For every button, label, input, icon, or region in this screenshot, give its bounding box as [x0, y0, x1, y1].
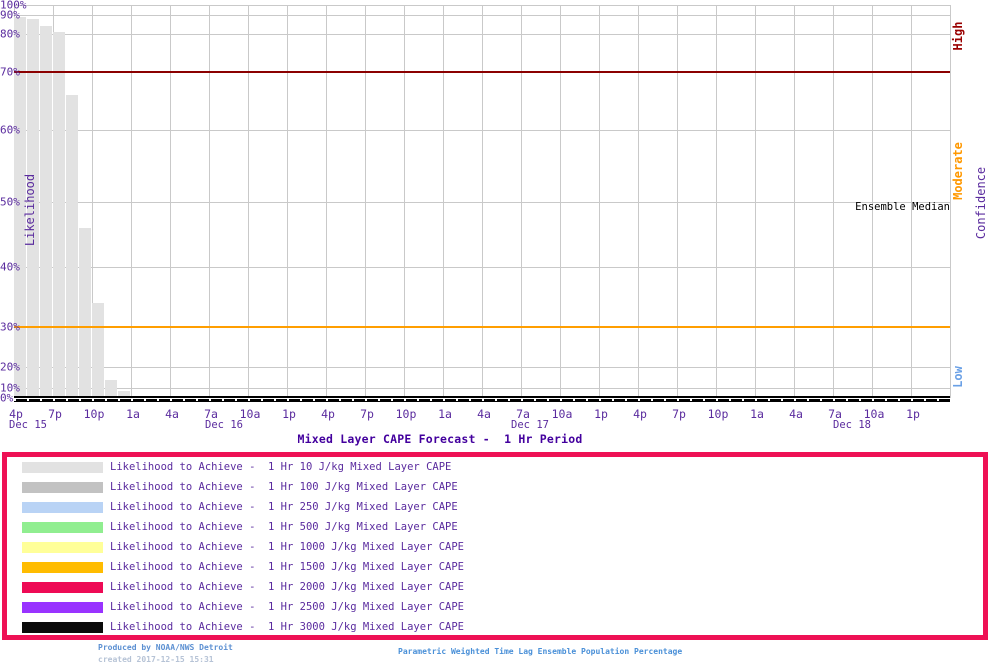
- legend-label: Likelihood to Achieve - 1 Hr 2000 J/kg M…: [110, 581, 465, 593]
- x-tick-label: 4p: [321, 407, 335, 421]
- zero-baseline: [14, 396, 950, 402]
- footer-method-label: Parametric Weighted Time Lag Ensemble Po…: [398, 647, 683, 656]
- right-axis-title: Confidence: [974, 166, 988, 240]
- v-gridline: [326, 5, 327, 398]
- confidence-high-label: High: [951, 21, 965, 51]
- legend-label: Likelihood to Achieve - 1 Hr 1000 J/kg M…: [110, 541, 465, 553]
- legend-label: Likelihood to Achieve - 1 Hr 1500 J/kg M…: [110, 561, 465, 573]
- footer-produced-by: Produced by NOAA/NWS Detroit: [98, 643, 233, 652]
- y-tick-label: 80%: [0, 27, 20, 41]
- v-gridline: [833, 5, 834, 398]
- legend-label: Likelihood to Achieve - 1 Hr 3000 J/kg M…: [110, 621, 465, 633]
- legend-swatch: [22, 522, 103, 533]
- x-tick-label: 1a: [438, 407, 452, 421]
- cape-forecast-graphic: 0% 10% 20% 30% 40% 50% 60% 70% 80% 90% 100% 4p 7p 10…: [0, 0, 1000, 670]
- v-gridline: [170, 5, 171, 398]
- v-gridline: [638, 5, 639, 398]
- v-gridline: [521, 5, 522, 398]
- x-tick-label: 7p: [48, 407, 62, 421]
- y-tick-label: 60%: [0, 123, 20, 137]
- x-tick-label: 10p: [395, 407, 417, 421]
- v-gridline: [716, 5, 717, 398]
- legend-swatch: [22, 582, 103, 593]
- x-tick-label: 4a: [789, 407, 803, 421]
- v-gridline: [443, 5, 444, 398]
- legend-swatch: [22, 542, 103, 553]
- chart-title: Mixed Layer CAPE Forecast - 1 Hr Period: [297, 432, 583, 446]
- likelihood-bar: [53, 32, 65, 398]
- y-axis-title: Likelihood: [23, 173, 37, 247]
- plot-area: [0, 0, 1000, 405]
- x-tick-label: 7p: [672, 407, 686, 421]
- y-tick-label: 70%: [0, 65, 20, 79]
- v-gridline: [131, 5, 132, 398]
- x-tick-label: 7p: [360, 407, 374, 421]
- likelihood-bar: [66, 95, 78, 398]
- x-date-label: Dec 16: [205, 419, 243, 431]
- legend-label: Likelihood to Achieve - 1 Hr 250 J/kg Mi…: [110, 501, 458, 513]
- legend-swatch: [22, 622, 103, 633]
- x-tick-label: 1p: [282, 407, 296, 421]
- y-tick-label: 10%: [0, 381, 20, 395]
- confidence-moderate-label: Moderate: [951, 142, 965, 200]
- y-tick-label: 30%: [0, 320, 20, 334]
- legend-box: Likelihood to Achieve - 1 Hr 10 J/kg Mix…: [2, 452, 988, 640]
- x-date-label: Dec 18: [833, 419, 871, 431]
- v-gridline: [482, 5, 483, 398]
- y-tick-label: 20%: [0, 360, 20, 374]
- x-tick-label: 4a: [165, 407, 179, 421]
- y-tick-label: 100%: [0, 0, 27, 12]
- v-gridline: [794, 5, 795, 398]
- v-gridline: [599, 5, 600, 398]
- v-gridline: [365, 5, 366, 398]
- y-tick-label: 50%: [0, 195, 20, 209]
- x-tick-label: 4p: [633, 407, 647, 421]
- v-gridline: [755, 5, 756, 398]
- x-tick-label: 1p: [906, 407, 920, 421]
- legend-swatch: [22, 462, 103, 473]
- x-tick-label: 10p: [707, 407, 729, 421]
- legend-swatch: [22, 602, 103, 613]
- x-tick-label: 1p: [594, 407, 608, 421]
- x-date-label: Dec 17: [511, 419, 549, 431]
- reference-line-high: [14, 71, 950, 73]
- legend-swatch: [22, 502, 103, 513]
- x-tick-label: 10a: [551, 407, 573, 421]
- y-tick-label: 40%: [0, 260, 20, 274]
- likelihood-bar: [79, 228, 91, 398]
- ensemble-median-annotation: Ensemble Median: [855, 201, 950, 213]
- x-tick-label: 4a: [477, 407, 491, 421]
- v-gridline: [560, 5, 561, 398]
- legend-swatch: [22, 562, 103, 573]
- legend-label: Likelihood to Achieve - 1 Hr 2500 J/kg M…: [110, 601, 465, 613]
- x-date-label: Dec 15: [9, 419, 47, 431]
- x-tick-label: 1a: [750, 407, 764, 421]
- baseline-hour-ticks: [14, 399, 950, 401]
- footer-created-timestamp: created 2017-12-15 15:31: [98, 655, 214, 664]
- v-gridline: [248, 5, 249, 398]
- x-tick-label: 10p: [83, 407, 105, 421]
- legend-label: Likelihood to Achieve - 1 Hr 10 J/kg Mix…: [110, 461, 452, 473]
- v-gridline: [287, 5, 288, 398]
- likelihood-bar: [40, 26, 52, 398]
- legend-label: Likelihood to Achieve - 1 Hr 100 J/kg Mi…: [110, 481, 458, 493]
- v-gridline: [209, 5, 210, 398]
- reference-line-moderate: [14, 326, 950, 328]
- v-gridline: [677, 5, 678, 398]
- likelihood-bar: [92, 303, 104, 398]
- x-tick-label: 1a: [126, 407, 140, 421]
- confidence-low-label: Low: [951, 366, 965, 388]
- v-gridline: [950, 5, 951, 398]
- legend-label: Likelihood to Achieve - 1 Hr 500 J/kg Mi…: [110, 521, 458, 533]
- v-gridline: [404, 5, 405, 398]
- legend-swatch: [22, 482, 103, 493]
